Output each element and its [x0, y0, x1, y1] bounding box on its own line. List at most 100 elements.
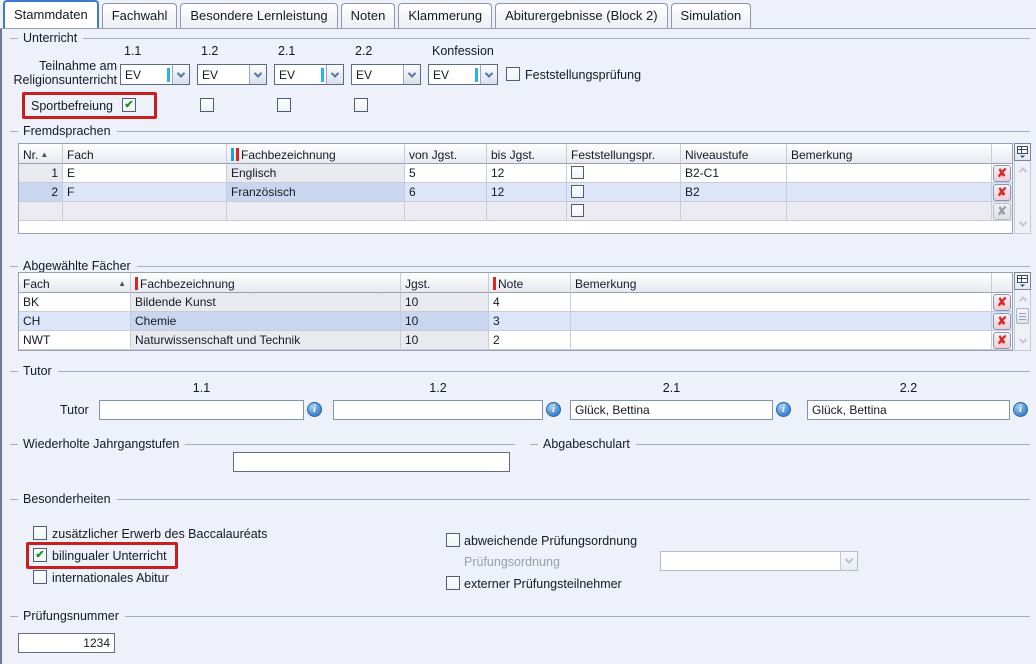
- tab-abiturergebnisse[interactable]: Abiturergebnisse (Block 2): [495, 3, 667, 28]
- header-niveaustufe[interactable]: Niveaustufe: [681, 144, 787, 164]
- cell-nr: 1: [19, 164, 63, 183]
- tutor-input-1-2[interactable]: [333, 400, 543, 420]
- abgewaehlte-scrollbar[interactable]: [1014, 272, 1031, 351]
- cell-bemerkung[interactable]: [571, 293, 992, 312]
- cell-niveaustufe[interactable]: B2-C1: [681, 164, 787, 183]
- externer-pruefungsteilnehmer-checkbox[interactable]: [446, 576, 460, 590]
- cell-bemerkung[interactable]: [787, 183, 992, 202]
- cell-bis-jgst-new[interactable]: [487, 202, 567, 221]
- cell-fach-new[interactable]: [63, 202, 227, 221]
- tutor-input-2-2[interactable]: [807, 400, 1010, 420]
- header-note[interactable]: Note: [489, 273, 571, 293]
- sportbefreiung-checkbox-1-2[interactable]: [200, 98, 214, 112]
- edit-caret: [321, 68, 324, 82]
- pruefungsnummer-input[interactable]: [18, 633, 115, 653]
- cell-fach[interactable]: E: [63, 164, 227, 183]
- internationales-abitur-checkbox[interactable]: [33, 570, 47, 584]
- sportbefreiung-checkbox-2-1[interactable]: [277, 98, 291, 112]
- header-fachbezeichnung[interactable]: Fachbezeichnung: [227, 144, 405, 164]
- cell-bemerkung-new[interactable]: [787, 202, 992, 221]
- chevron-down-icon[interactable]: [480, 65, 497, 84]
- scroll-down-icon[interactable]: [1015, 334, 1030, 348]
- header-bemerkung[interactable]: Bemerkung: [571, 273, 992, 293]
- tutor-input-2-1[interactable]: [570, 400, 773, 420]
- field-chooser-icon[interactable]: [1014, 272, 1031, 290]
- group-title: Fremdsprachen: [23, 124, 111, 138]
- tab-fachwahl[interactable]: Fachwahl: [102, 3, 178, 28]
- cell-fach[interactable]: CH: [19, 312, 131, 331]
- feststellungspr-checkbox[interactable]: [571, 166, 584, 179]
- header-jgst[interactable]: Jgst.: [401, 273, 489, 293]
- bilingualer-unterricht-checkbox[interactable]: ✔: [33, 548, 47, 562]
- delete-row-button[interactable]: ✘: [993, 332, 1011, 349]
- cell-fach[interactable]: BK: [19, 293, 131, 312]
- scrollbar-thumb[interactable]: [1016, 308, 1029, 324]
- cell-bemerkung[interactable]: [787, 164, 992, 183]
- chevron-down-icon[interactable]: [249, 65, 266, 84]
- scroll-up-icon[interactable]: [1015, 163, 1030, 177]
- info-icon[interactable]: i: [1013, 402, 1028, 417]
- cell-niveaustufe-new[interactable]: [681, 202, 787, 221]
- field-chooser-icon[interactable]: [1014, 143, 1031, 161]
- col-label-1-1: 1.1: [124, 44, 141, 58]
- scroll-down-icon[interactable]: [1015, 217, 1030, 231]
- header-von-jgst[interactable]: von Jgst.: [405, 144, 487, 164]
- cell-von-jgst[interactable]: 6: [405, 183, 487, 202]
- cell-fach[interactable]: NWT: [19, 331, 131, 350]
- header-fach[interactable]: Fach: [63, 144, 227, 164]
- feststellungspr-checkbox[interactable]: [571, 204, 584, 217]
- cell-fach[interactable]: F: [63, 183, 227, 202]
- delete-row-button[interactable]: ✘: [993, 313, 1011, 330]
- religion-select-1-1[interactable]: EV: [120, 64, 190, 85]
- cell-von-jgst-new[interactable]: [405, 202, 487, 221]
- tab-noten[interactable]: Noten: [341, 3, 396, 28]
- baccalaureats-checkbox[interactable]: [33, 526, 47, 540]
- header-bemerkung[interactable]: Bemerkung: [787, 144, 992, 164]
- tutor-input-1-1[interactable]: [99, 400, 304, 420]
- sportbefreiung-checkbox-2-2[interactable]: [354, 98, 368, 112]
- sportbefreiung-checkbox-1-1[interactable]: ✔: [122, 98, 136, 112]
- cell-bis-jgst[interactable]: 12: [487, 183, 567, 202]
- header-fachbezeichnung[interactable]: Fachbezeichnung: [131, 273, 401, 293]
- header-feststellungspr[interactable]: Feststellungspr.: [567, 144, 681, 164]
- info-icon[interactable]: i: [776, 402, 791, 417]
- delete-row-button[interactable]: ✘: [993, 165, 1011, 182]
- info-icon[interactable]: i: [546, 402, 561, 417]
- fremdsprachen-scrollbar[interactable]: [1014, 143, 1031, 234]
- delete-row-button[interactable]: ✘: [993, 184, 1011, 201]
- abweichende-pruefungsordnung-checkbox[interactable]: [446, 533, 460, 547]
- religion-value-2-2: EV: [352, 68, 403, 82]
- required-bar-red: [236, 148, 239, 161]
- scroll-up-icon[interactable]: [1015, 292, 1030, 306]
- tab-stammdaten[interactable]: Stammdaten: [3, 0, 99, 28]
- wiederholte-jahrgangstufen-input[interactable]: [233, 452, 510, 472]
- pruefungsordnung-select: [660, 551, 858, 571]
- feststellungspruefung-checkbox[interactable]: [506, 67, 520, 81]
- feststellungspr-checkbox[interactable]: [571, 185, 584, 198]
- chevron-down-icon[interactable]: [172, 65, 189, 84]
- cell-bemerkung[interactable]: [571, 312, 992, 331]
- header-nr[interactable]: Nr. ▲: [19, 144, 63, 164]
- chevron-down-icon[interactable]: [403, 65, 420, 84]
- cell-niveaustufe[interactable]: B2: [681, 183, 787, 202]
- religion-select-2-2[interactable]: EV: [351, 64, 421, 85]
- cell-bis-jgst[interactable]: 12: [487, 164, 567, 183]
- tab-klammerung[interactable]: Klammerung: [398, 3, 492, 28]
- konfession-select[interactable]: EV: [428, 64, 498, 85]
- info-icon[interactable]: i: [307, 402, 322, 417]
- cell-note[interactable]: 4: [489, 293, 571, 312]
- religion-select-2-1[interactable]: EV: [274, 64, 344, 85]
- religion-value-1-1: EV: [121, 68, 167, 82]
- header-fach[interactable]: Fach ▲: [19, 273, 131, 293]
- cell-von-jgst[interactable]: 5: [405, 164, 487, 183]
- header-bis-jgst[interactable]: bis Jgst.: [487, 144, 567, 164]
- cell-bemerkung[interactable]: [571, 331, 992, 350]
- tab-besondere-lernleistung[interactable]: Besondere Lernleistung: [180, 3, 337, 28]
- religion-select-1-2[interactable]: EV: [197, 64, 267, 85]
- cell-note[interactable]: 3: [489, 312, 571, 331]
- cell-note[interactable]: 2: [489, 331, 571, 350]
- chevron-down-icon[interactable]: [326, 65, 343, 84]
- tab-simulation[interactable]: Simulation: [671, 3, 752, 28]
- pruefungsordnung-label: Prüfungsordnung: [464, 555, 560, 569]
- delete-row-button[interactable]: ✘: [993, 294, 1011, 311]
